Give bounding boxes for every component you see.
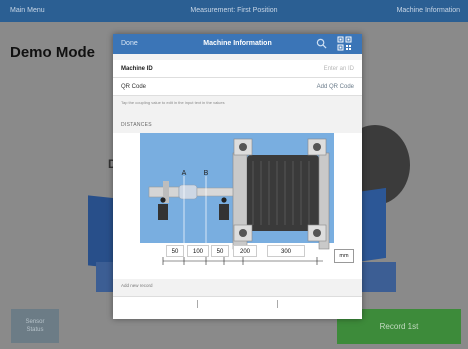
label-b: B	[204, 170, 209, 177]
right-shaft	[196, 187, 238, 197]
machine-id-row[interactable]: Machine ID Enter an ID	[113, 60, 362, 78]
bottom-marker-2	[277, 300, 278, 308]
unit-selector[interactable]: mm	[334, 249, 354, 263]
qr-code-icon[interactable]	[337, 36, 352, 51]
machine-id-input[interactable]: Enter an ID	[324, 66, 354, 72]
sensor-status-button[interactable]: Sensor Status	[11, 309, 59, 343]
machine-diagram: A B	[113, 133, 362, 279]
distance-value-1[interactable]: 50	[166, 245, 184, 257]
top-bar: Main Menu Measurement: First Position Ma…	[0, 0, 468, 22]
dimension-arrows	[162, 257, 323, 265]
distance-value-3[interactable]: 50	[211, 245, 229, 257]
motor-body	[247, 155, 319, 231]
label-a: A	[182, 170, 187, 177]
add-record-area[interactable]	[113, 296, 362, 319]
search-icon[interactable]	[316, 38, 327, 49]
sensor-left-head	[160, 197, 166, 203]
sensor-status-line1: Sensor	[25, 319, 45, 325]
add-qr-code-button[interactable]: Add QR Code	[317, 84, 354, 90]
sensor-status-line2: Status	[26, 327, 44, 333]
sensor-right-head	[221, 197, 227, 203]
sensor-right	[219, 204, 229, 220]
machine-id-label: Machine ID	[121, 66, 153, 72]
distances-label: DISTANCES	[121, 122, 152, 128]
distance-value-2[interactable]: 100	[187, 245, 209, 257]
machine-information-link[interactable]: Machine Information	[397, 7, 460, 14]
machine-information-modal: Done Machine Information Machine ID Ente…	[113, 34, 362, 319]
coupling	[178, 184, 198, 200]
modal-header: Done Machine Information	[113, 34, 362, 54]
demo-mode-title: Demo Mode	[10, 44, 96, 61]
add-record-label: Add new record	[121, 283, 153, 288]
bottom-marker-1	[197, 300, 198, 308]
qr-code-row[interactable]: QR Code Add QR Code	[113, 78, 362, 96]
distance-value-5[interactable]: 300	[267, 245, 305, 257]
machine-diagram-drawing: A B	[140, 133, 334, 268]
sensor-left	[158, 204, 168, 220]
qr-code-label: QR Code	[121, 84, 147, 90]
hint-text: Tap the coupling value to edit in the in…	[121, 100, 225, 105]
distance-value-4[interactable]: 200	[233, 245, 257, 257]
